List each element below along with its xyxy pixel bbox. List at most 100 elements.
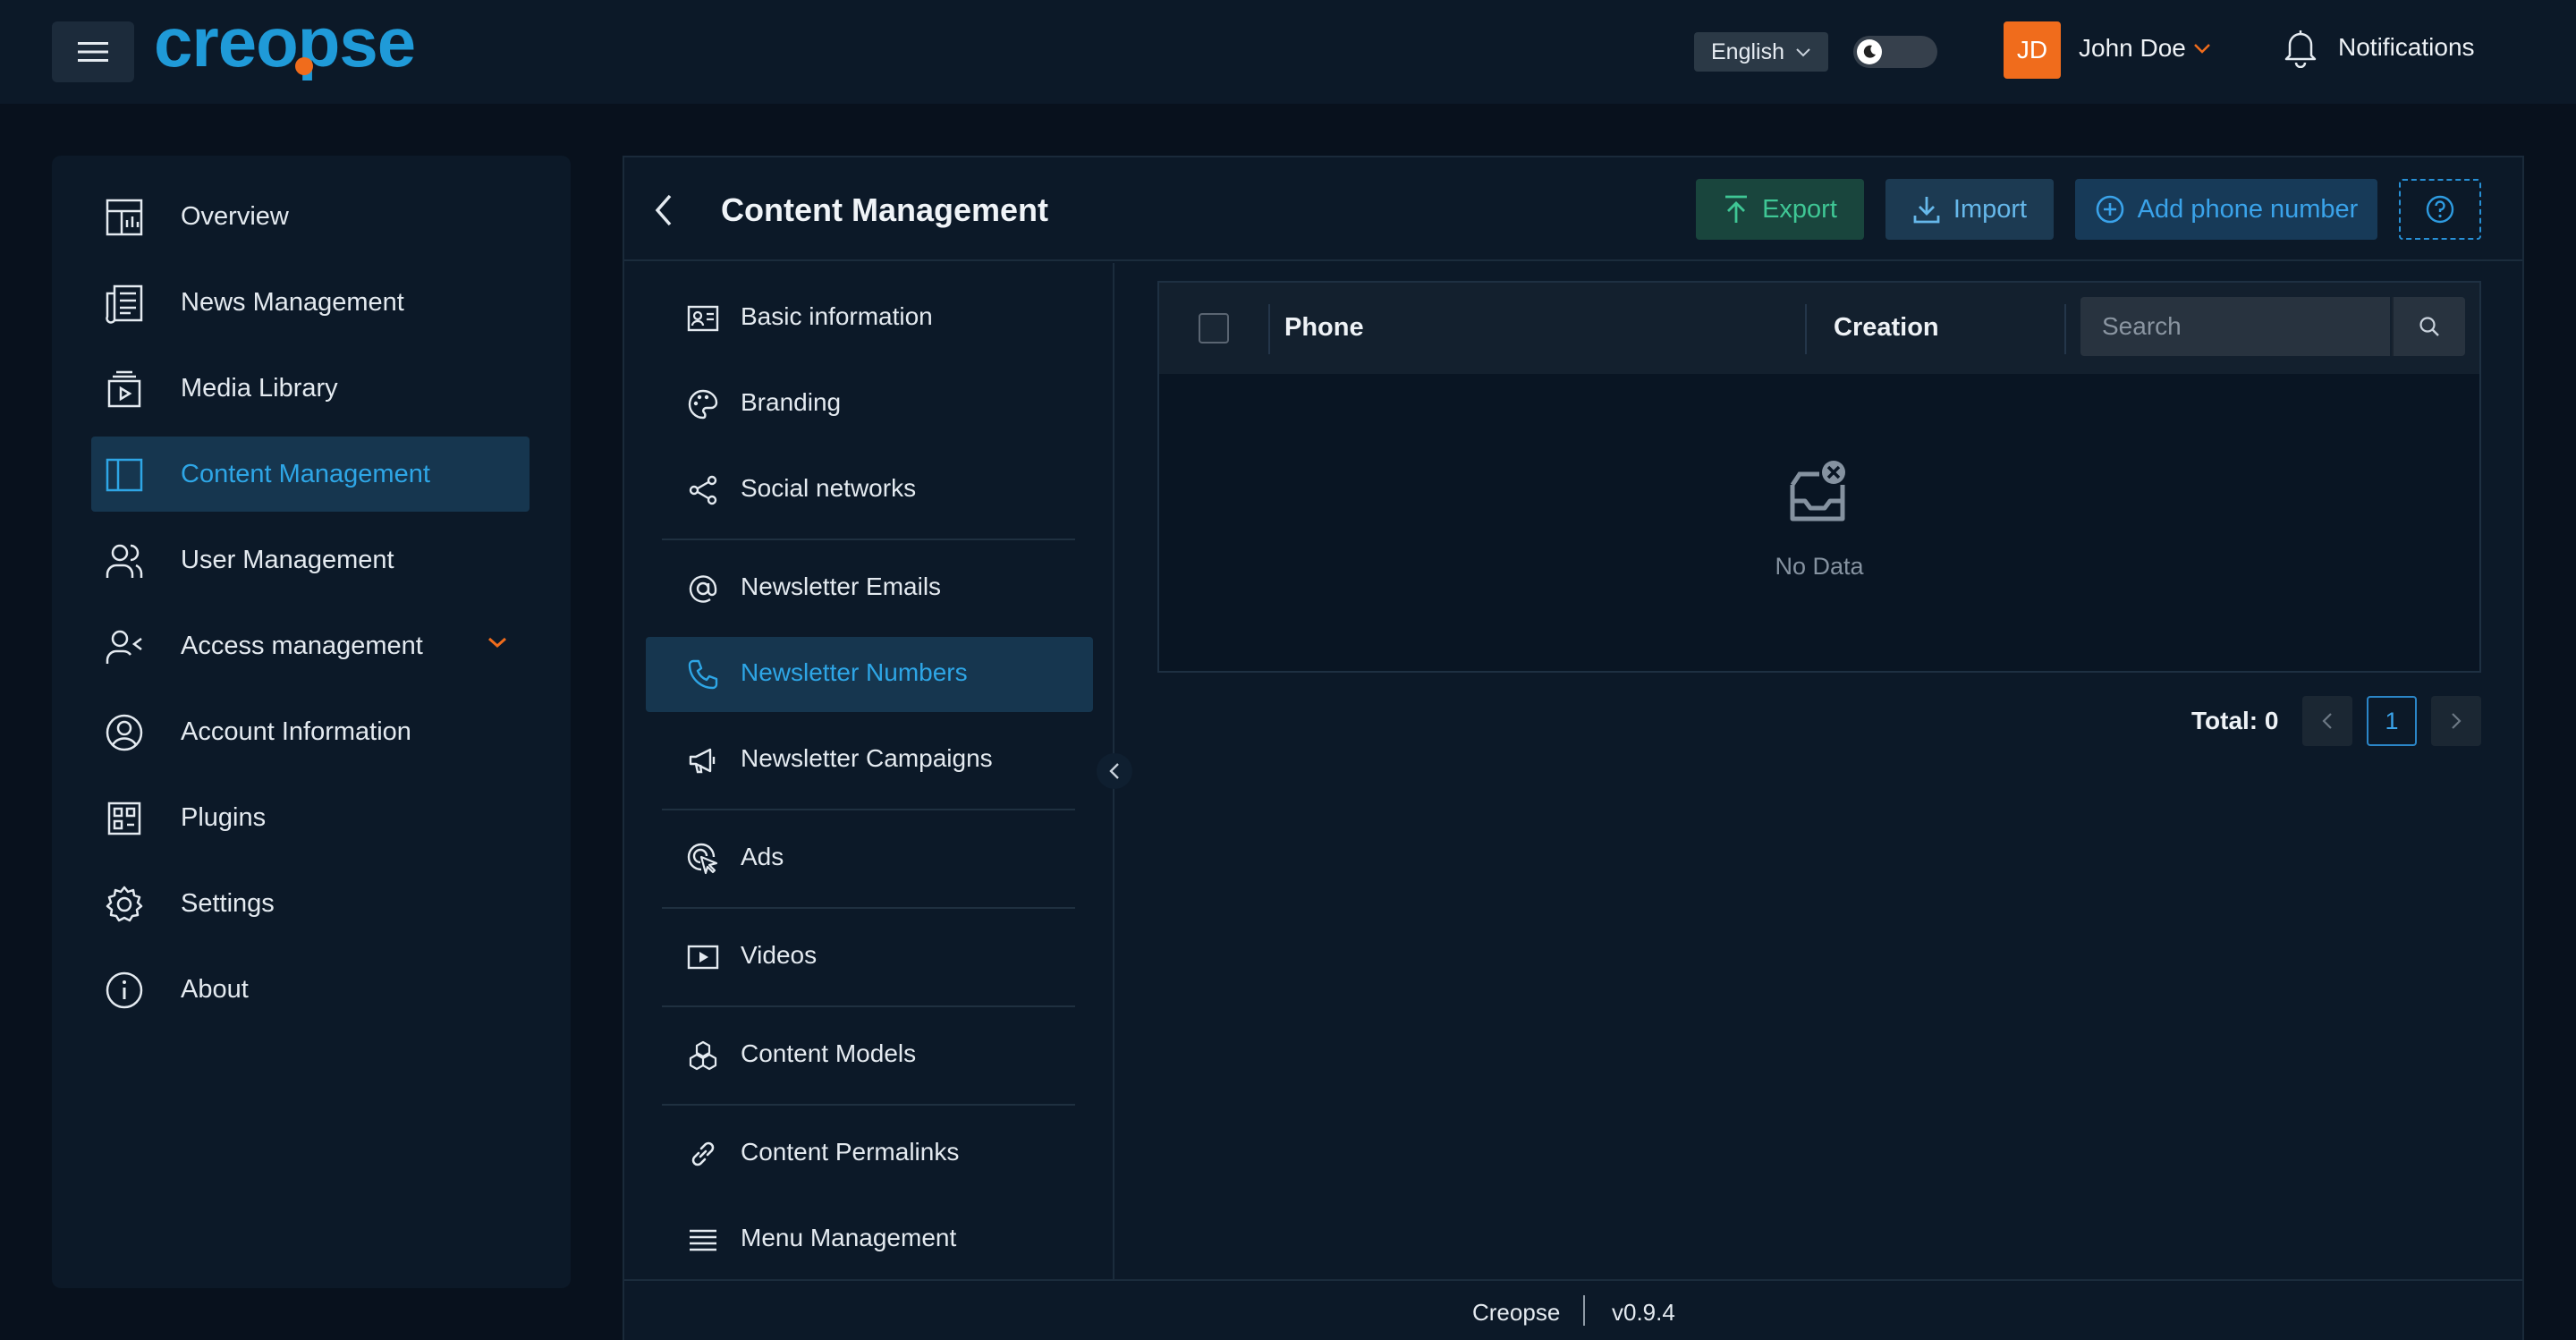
palette-icon <box>688 389 718 420</box>
help-button[interactable] <box>2399 179 2481 240</box>
sidebar-item-user-management[interactable]: User Management <box>91 522 530 598</box>
column-header-phone[interactable]: Phone <box>1284 313 1364 343</box>
sidebar-item-plugins[interactable]: Plugins <box>91 780 530 855</box>
menu-lines-icon <box>690 1229 716 1251</box>
sidebar-item-label: News Management <box>181 287 404 317</box>
phone-icon <box>688 659 718 690</box>
submenu-item-newsletter-campaigns[interactable]: Newsletter Campaigns <box>646 723 1093 798</box>
sidebar-item-access-management[interactable]: Access management <box>91 608 530 683</box>
total-count: Total: 0 <box>2191 707 2279 734</box>
cubes-icon <box>689 1040 717 1071</box>
submenu-item-label: Newsletter Emails <box>741 572 942 600</box>
moon-icon <box>1863 45 1876 58</box>
export-label: Export <box>1762 194 1837 224</box>
submenu-item-branding[interactable]: Branding <box>646 367 1093 442</box>
submenu-item-label: Newsletter Campaigns <box>741 744 993 772</box>
dashboard-icon <box>106 199 143 236</box>
question-circle-icon <box>2426 195 2454 224</box>
user-name: John Doe <box>2079 34 2186 62</box>
sidebar-item-media-library[interactable]: Media Library <box>91 351 530 426</box>
submenu-item-basic-information[interactable]: Basic information <box>646 281 1093 356</box>
id-card-icon <box>687 305 719 332</box>
sidebar-item-label: Media Library <box>181 373 338 403</box>
submenu-item-newsletter-numbers[interactable]: Newsletter Numbers <box>646 637 1093 712</box>
import-label: Import <box>1953 194 2028 224</box>
submenu-item-label: Basic information <box>741 302 933 330</box>
submenu-divider <box>662 539 1075 540</box>
submenu-item-content-permalinks[interactable]: Content Permalinks <box>646 1116 1093 1192</box>
column-header-creation[interactable]: Creation <box>1834 313 1939 343</box>
chevron-down-icon <box>2193 44 2210 54</box>
submenu-item-label: Menu Management <box>741 1224 957 1251</box>
download-icon <box>1913 197 1940 224</box>
theme-toggle-knob <box>1857 39 1882 64</box>
sidebar-item-about[interactable]: About <box>91 952 530 1027</box>
submenu-item-content-models[interactable]: Content Models <box>646 1018 1093 1093</box>
sidebar-item-label: Settings <box>181 888 275 918</box>
creopse-logo[interactable]: creopse <box>154 11 476 89</box>
submenu-item-label: Newsletter Numbers <box>741 658 968 686</box>
avatar[interactable]: JD <box>2004 21 2061 79</box>
collapse-submenu-button[interactable] <box>1097 753 1132 789</box>
submenu-divider <box>662 1104 1075 1106</box>
chevron-right-icon <box>2452 713 2462 729</box>
submenu-item-label: Social networks <box>741 474 917 502</box>
gear-icon <box>106 886 143 922</box>
menu-toggle-button[interactable] <box>52 21 134 82</box>
footer-brand: Creopse <box>1472 1299 1561 1326</box>
notifications-label: Notifications <box>2338 33 2475 61</box>
sidebar-item-content-management[interactable]: Content Management <box>91 437 530 512</box>
language-select[interactable]: English <box>1694 32 1828 72</box>
select-all-checkbox[interactable] <box>1199 313 1229 343</box>
search-icon <box>2419 317 2439 336</box>
submenu-item-social-networks[interactable]: Social networks <box>646 453 1093 528</box>
users-icon <box>106 544 143 578</box>
theme-toggle[interactable] <box>1853 36 1937 68</box>
notifications-button[interactable]: Notifications <box>2281 27 2475 68</box>
previous-page-button[interactable] <box>2302 696 2352 746</box>
sidebar: Overview News Management Media Library C… <box>52 156 571 1288</box>
column-separator <box>2064 304 2066 354</box>
info-icon <box>106 971 143 1009</box>
bell-icon <box>2284 30 2317 68</box>
chevron-down-icon <box>1796 48 1810 57</box>
add-phone-number-button[interactable]: Add phone number <box>2075 179 2377 240</box>
submenu-item-videos[interactable]: Videos <box>646 920 1093 995</box>
submenu-item-menu-management[interactable]: Menu Management <box>646 1202 1093 1277</box>
export-button[interactable]: Export <box>1696 179 1864 240</box>
submenu-item-label: Content Permalinks <box>741 1138 960 1166</box>
footer-version: v0.9.4 <box>1612 1299 1675 1326</box>
footer-separator <box>1583 1295 1585 1326</box>
megaphone-icon <box>689 748 716 774</box>
next-page-button[interactable] <box>2431 696 2481 746</box>
chevron-left-icon <box>655 194 672 226</box>
submenu-item-ads[interactable]: Ads <box>646 821 1093 896</box>
sidebar-item-account-information[interactable]: Account Information <box>91 694 530 769</box>
sidebar-item-news-management[interactable]: News Management <box>91 265 530 340</box>
search-button[interactable] <box>2392 297 2465 356</box>
sidebar-item-overview[interactable]: Overview <box>91 179 530 254</box>
submenu-item-label: Content Models <box>741 1039 917 1067</box>
sidebar-item-label: Overview <box>181 201 289 231</box>
sidebar-item-settings[interactable]: Settings <box>91 866 530 941</box>
footer <box>624 1279 2522 1340</box>
chevron-down-icon <box>488 637 506 649</box>
sidebar-item-label: Content Management <box>181 459 430 488</box>
user-menu[interactable]: John Doe <box>2079 34 2211 63</box>
at-icon <box>689 575 717 603</box>
import-button[interactable]: Import <box>1885 179 2054 240</box>
user-access-icon <box>106 630 142 664</box>
plugins-icon <box>107 801 141 835</box>
sidebar-item-label: Access management <box>181 631 423 660</box>
language-value: English <box>1711 38 1784 64</box>
submenu-item-label: Videos <box>741 941 818 969</box>
sidebar-item-label: Account Information <box>181 717 411 746</box>
submenu-item-newsletter-emails[interactable]: Newsletter Emails <box>646 551 1093 626</box>
back-button[interactable] <box>646 188 682 233</box>
page-number-button[interactable]: 1 <box>2367 696 2417 746</box>
submenu-divider <box>662 1005 1075 1007</box>
plus-circle-icon <box>2096 195 2123 224</box>
hamburger-icon <box>78 42 108 62</box>
search-input[interactable] <box>2080 297 2390 356</box>
sidebar-item-label: About <box>181 974 249 1004</box>
